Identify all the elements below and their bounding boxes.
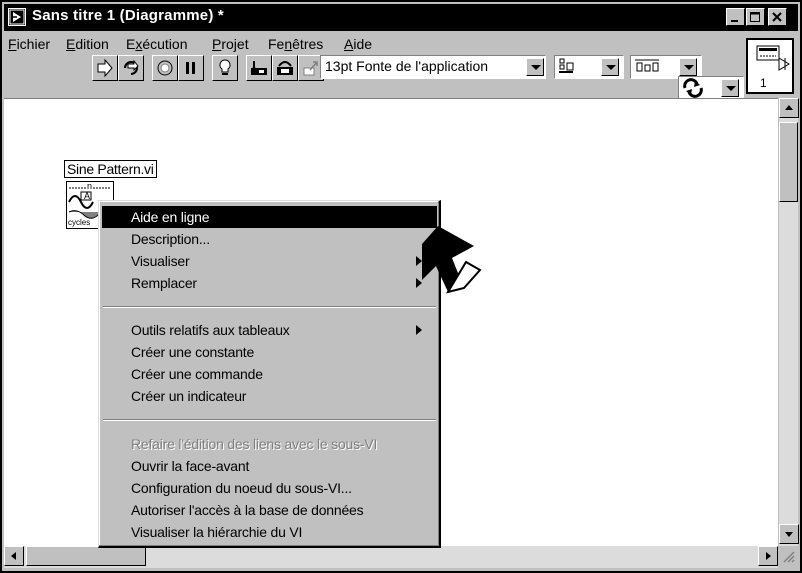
reorder-ring[interactable]	[678, 76, 744, 100]
menu-item-outils-tableaux[interactable]: Outils relatifs aux tableaux	[102, 319, 437, 341]
scroll-up-button[interactable]	[779, 98, 799, 118]
menu-item-creer-indicateur[interactable]: Créer un indicateur	[102, 385, 437, 407]
font-select[interactable]: 13pt Fonte de l'application	[320, 55, 546, 79]
pause-icon	[186, 62, 195, 74]
arrow-pointer-icon	[422, 226, 482, 294]
run-continuously-icon	[124, 59, 139, 75]
arrow-down-icon	[785, 532, 793, 537]
run-arrow-icon	[97, 58, 113, 78]
vertical-scroll-thumb[interactable]	[779, 122, 798, 202]
menu-aide[interactable]: Aide	[344, 36, 372, 52]
vertical-scrollbar[interactable]	[778, 98, 799, 546]
menu-item-creer-commande[interactable]: Créer une commande	[102, 363, 437, 385]
horizontal-scroll-thumb[interactable]	[26, 546, 146, 566]
subvi-icon-n-label: n	[87, 181, 93, 191]
menu-fenetres[interactable]: Fenêtres	[268, 36, 323, 52]
subvi-label: Sine Pattern.vi	[64, 160, 157, 178]
highlight-execution-button[interactable]	[212, 55, 238, 81]
maximize-button[interactable]	[746, 8, 765, 26]
resize-grip[interactable]	[778, 546, 798, 568]
app-window: Sans titre 1 (Diagramme) * Fichier Editi…	[0, 0, 802, 573]
lightbulb-icon	[219, 59, 231, 75]
menu-fichier[interactable]: Fichier	[8, 36, 50, 52]
minimize-button[interactable]	[726, 8, 745, 26]
menu-item-creer-constante[interactable]: Créer une constante	[102, 341, 437, 363]
run-continuously-button[interactable]	[118, 55, 144, 81]
reorder-dropdown-arrow[interactable]	[721, 79, 739, 97]
font-select-dropdown-arrow[interactable]	[526, 58, 544, 76]
menu-item-autoriser-acces[interactable]: Autoriser l'accès à la base de données	[102, 499, 437, 521]
align-objects-icon	[559, 58, 574, 73]
menu-projet[interactable]: Projet	[212, 36, 249, 52]
reorder-icon	[683, 78, 703, 98]
arrow-right-icon	[766, 552, 771, 560]
menu-separator	[103, 306, 436, 308]
vi-icon-connector-pane[interactable]: 1	[746, 38, 794, 94]
resize-grip-icon	[783, 551, 795, 563]
menu-item-remplacer[interactable]: Remplacer	[102, 272, 437, 294]
minimize-icon	[731, 19, 738, 22]
font-select-value: 13pt Fonte de l'application	[325, 58, 489, 74]
arrow-up-icon	[785, 105, 793, 110]
window-title: Sans titre 1 (Diagramme) *	[32, 7, 224, 24]
step-over-button[interactable]	[272, 55, 298, 81]
menu-item-description[interactable]: Description...	[102, 228, 437, 250]
menu-execution[interactable]: Exécution	[126, 36, 188, 52]
connector-pane-icon	[756, 45, 790, 71]
maximize-icon	[750, 11, 760, 22]
close-button[interactable]	[768, 8, 787, 26]
connector-pane-number: 1	[760, 76, 767, 90]
toolbar: 13pt Fonte de l'application	[4, 55, 744, 97]
step-into-button[interactable]	[246, 55, 272, 81]
scroll-down-button[interactable]	[779, 524, 799, 544]
title-bar[interactable]: Sans titre 1 (Diagramme) *	[4, 4, 798, 31]
horizontal-scrollbar[interactable]	[4, 546, 778, 568]
scroll-left-button[interactable]	[4, 546, 24, 566]
align-objects-ring[interactable]	[554, 55, 624, 79]
close-icon	[772, 11, 782, 22]
align-dropdown-arrow[interactable]	[601, 58, 619, 76]
menu-item-configuration-noeud[interactable]: Configuration du noeud du sous-VI...	[102, 477, 437, 499]
menu-item-refaire-liens: Refaire l'édition des liens avec le sous…	[131, 436, 378, 452]
distribute-dropdown-arrow[interactable]	[679, 58, 697, 76]
menu-edition[interactable]: Edition	[66, 36, 109, 52]
submenu-arrow-icon	[416, 325, 422, 335]
menu-separator	[103, 419, 436, 421]
scroll-right-button[interactable]	[758, 546, 778, 566]
stop-icon	[157, 60, 173, 76]
subvi-icon-cycles-label: cycles	[68, 218, 91, 227]
context-menu: Aide en ligne Description... Visualiser …	[98, 200, 441, 548]
menu-item-aide-en-ligne[interactable]: Aide en ligne	[102, 206, 437, 228]
labview-diagram-icon	[8, 8, 26, 26]
menu-item-visualiser[interactable]: Visualiser	[102, 250, 437, 272]
arrow-left-icon	[11, 552, 16, 560]
menu-item-ouvrir-face-avant[interactable]: Ouvrir la face-avant	[102, 455, 437, 477]
menu-bar: Fichier Edition Exécution Projet Fenêtre…	[4, 32, 744, 56]
step-out-icon	[303, 61, 318, 76]
distribute-objects-icon	[635, 59, 659, 72]
subvi-icon-a-label: A	[84, 191, 91, 201]
abort-button[interactable]	[152, 55, 178, 81]
step-over-icon	[277, 61, 293, 75]
pause-button[interactable]	[178, 55, 204, 81]
run-button[interactable]	[92, 55, 118, 81]
menu-item-visualiser-hierarchie[interactable]: Visualiser la hiérarchie du VI	[102, 521, 437, 543]
step-into-icon	[251, 61, 267, 75]
